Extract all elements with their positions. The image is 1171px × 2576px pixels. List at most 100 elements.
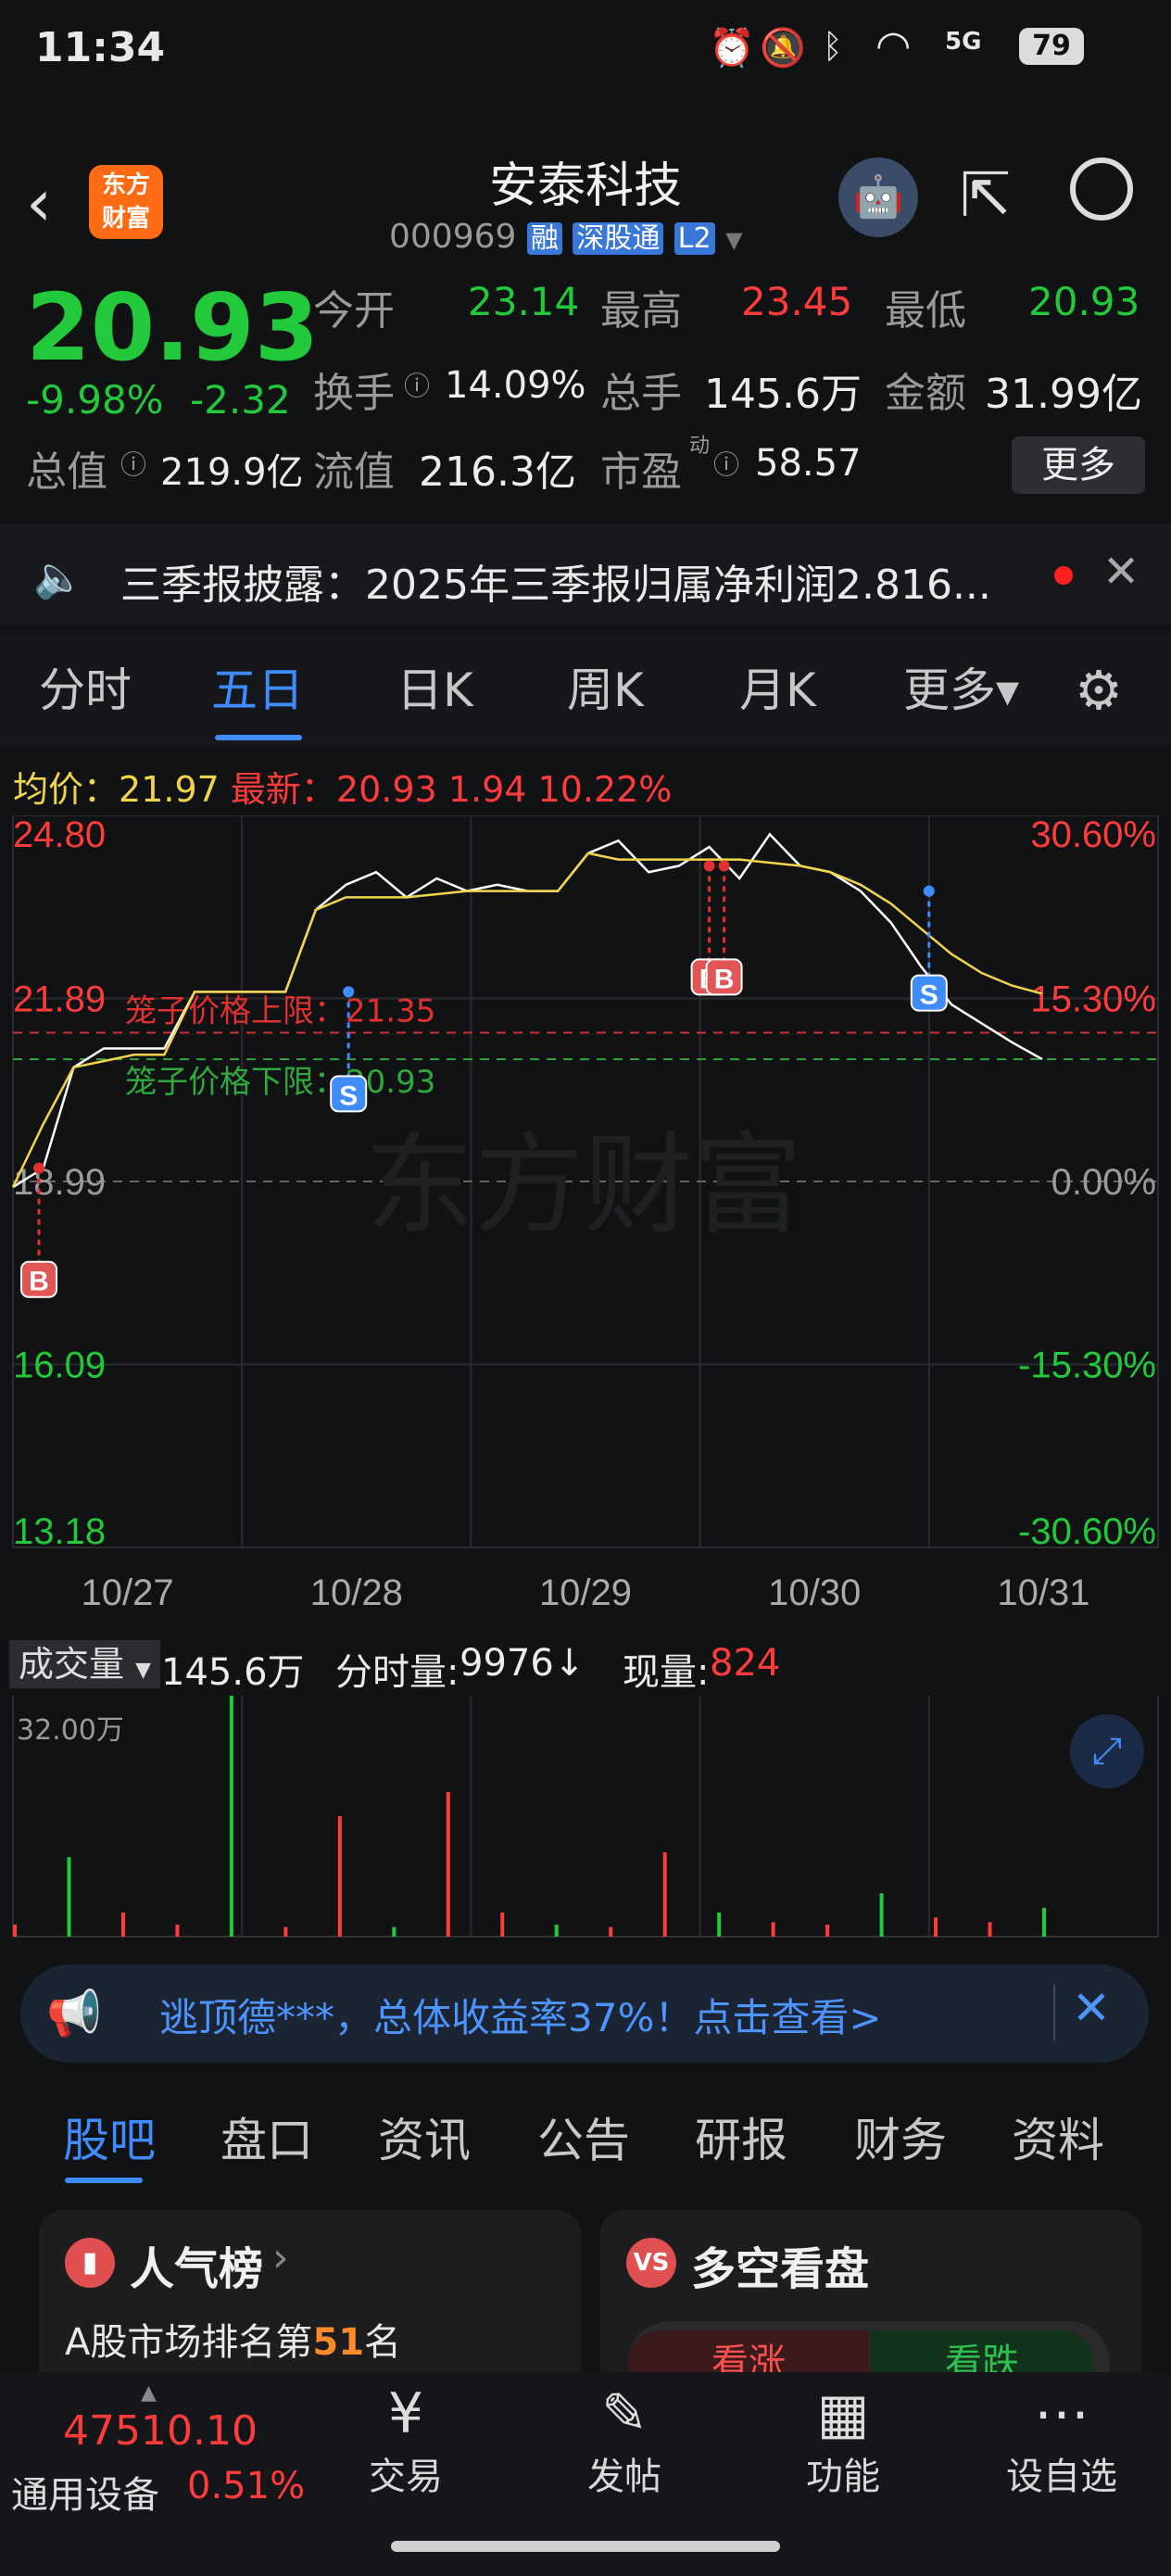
latest-label: 最新： bbox=[230, 769, 336, 810]
sell-marker: S bbox=[920, 980, 938, 1011]
promo-banner[interactable]: 📢 逃顶德***，总体收益率37%！点击查看> ✕ bbox=[20, 1964, 1149, 2063]
pe-info-icon[interactable]: ⓘ bbox=[713, 445, 739, 482]
x-tick: 10/29 bbox=[539, 1572, 632, 1613]
avg-label: 均价： bbox=[13, 769, 120, 810]
tab-intraday[interactable]: 分时 bbox=[39, 635, 132, 746]
price-chart-svg: 东方财富 24.80 21.89 18.99 16.09 13.18 30.60% 15.… bbox=[11, 815, 1159, 1613]
avg-value: 21.97 bbox=[119, 769, 220, 810]
volume-bar bbox=[554, 1925, 559, 1937]
sell-marker: S bbox=[339, 1080, 358, 1111]
nav-post[interactable]: ✎ 发帖 bbox=[550, 2381, 699, 2500]
mktcap-label: 总值 bbox=[26, 448, 107, 496]
tab-daily-k[interactable]: 日K bbox=[397, 635, 473, 746]
turnover-info-icon[interactable]: ⓘ bbox=[404, 366, 430, 403]
robot-assistant-icon[interactable]: 🤖 bbox=[838, 158, 918, 237]
tab-news[interactable]: 资讯 bbox=[378, 2085, 471, 2196]
amount-value: 31.99亿 bbox=[985, 371, 1142, 418]
volume-selector-label: 成交量 bbox=[19, 1644, 125, 1685]
volume-bar bbox=[1042, 1907, 1046, 1937]
latest-change: 1.94 bbox=[447, 769, 527, 810]
x-tick: 10/31 bbox=[997, 1572, 1089, 1613]
volume-chart-svg bbox=[12, 1696, 1159, 1938]
y-tick-right: 0.00% bbox=[1051, 1162, 1156, 1203]
tab-weekly-k[interactable]: 周K bbox=[567, 635, 644, 746]
wifi-icon: ◠ bbox=[875, 22, 912, 69]
nav-trade-label: 交易 bbox=[369, 2456, 443, 2498]
promo-close-icon[interactable]: ✕ bbox=[1072, 1981, 1111, 2035]
marker-dot bbox=[923, 885, 935, 897]
y-tick-left: 16.09 bbox=[13, 1345, 106, 1386]
volume-bar bbox=[120, 1913, 125, 1937]
nav-functions[interactable]: ▦ 功能 bbox=[769, 2381, 917, 2500]
buy-marker: B bbox=[714, 964, 735, 994]
turnover-label: 换手 bbox=[313, 370, 395, 417]
y-axis-right: 30.60% 15.30% 0.00% -15.30% -30.60% bbox=[1018, 815, 1156, 1552]
unread-dot bbox=[1054, 566, 1073, 585]
rank-text: A股市场排名第51名 bbox=[65, 2312, 401, 2366]
speaker-icon: 🔈 bbox=[33, 554, 84, 601]
stock-code-row[interactable]: 000969 融 深股通 L2 ▼ bbox=[389, 215, 743, 261]
news-text: 三季报披露：2025年三季报归属净利润2.816... bbox=[120, 562, 991, 609]
buy-marker: B bbox=[29, 1267, 49, 1297]
y-tick-right: 30.60% bbox=[1030, 815, 1156, 855]
quote-panel: 20.93 -9.98% -2.32 总值 ⓘ 219.9亿 今开 23.14 … bbox=[0, 273, 1171, 505]
tag-margin: 融 bbox=[526, 222, 562, 255]
settings-gear-icon[interactable]: ⚙ bbox=[1075, 635, 1123, 746]
tab-five-day[interactable]: 五日 bbox=[211, 635, 304, 746]
tab-monthly-k[interactable]: 月K bbox=[739, 635, 816, 746]
content-tabs: 股吧 盘口 资讯 公告 研报 财务 资料 bbox=[0, 2085, 1171, 2196]
nav-trade[interactable]: ¥ 交易 bbox=[332, 2381, 480, 2500]
volume-selector[interactable]: 成交量 ▼ bbox=[9, 1640, 161, 1688]
sentiment-title: 多空看盘 bbox=[691, 2243, 870, 2295]
marker-dot bbox=[343, 986, 355, 998]
tab-more[interactable]: 更多▾ bbox=[903, 635, 1019, 746]
tab-profile[interactable]: 资料 bbox=[1012, 2085, 1104, 2196]
index-ticker[interactable]: ▲ 47510.10 通用设备 0.51% bbox=[11, 2381, 317, 2539]
news-ticker[interactable]: 🔈 三季报披露：2025年三季报归属净利润2.816... ✕ bbox=[0, 524, 1171, 625]
x-axis: 10/27 10/28 10/29 10/30 10/31 bbox=[82, 1572, 1090, 1613]
tab-finance[interactable]: 财务 bbox=[854, 2085, 947, 2196]
nav-watchlist[interactable]: ⋯ 设自选 bbox=[988, 2381, 1136, 2500]
tab-research[interactable]: 研报 bbox=[695, 2085, 787, 2196]
nav-functions-label: 功能 bbox=[806, 2456, 880, 2498]
ranking-icon: ▮ bbox=[65, 2238, 115, 2288]
now-volume-value: 824 bbox=[710, 1642, 781, 1685]
alarm-icon: ⏰ bbox=[709, 27, 755, 69]
versus-icon: VS bbox=[626, 2238, 676, 2288]
high-value: 23.45 bbox=[741, 279, 853, 324]
megaphone-icon: 📢 bbox=[46, 1988, 102, 2039]
volume-bar bbox=[337, 1816, 342, 1937]
y-tick-left: 13.18 bbox=[13, 1511, 106, 1552]
share-icon[interactable]: ⇱ bbox=[960, 159, 1011, 231]
volume-label: 总手 bbox=[600, 370, 682, 417]
rank-suffix: 名 bbox=[364, 2321, 402, 2364]
volume-bar bbox=[229, 1696, 233, 1937]
volume-bar bbox=[609, 1926, 613, 1937]
promo-text: 逃顶德***，总体收益率37%！点击查看> bbox=[159, 1995, 882, 2040]
chart-summary: 均价：21.97 最新：20.93 1.94 10.22% bbox=[13, 761, 672, 812]
volume-bar bbox=[500, 1913, 505, 1937]
float-label: 流值 bbox=[313, 448, 395, 496]
grid-icon: ▦ bbox=[816, 2381, 870, 2446]
watermark: 东方财富 bbox=[365, 1125, 802, 1247]
turnover-value: 14.09% bbox=[445, 364, 586, 407]
change-value: -2.32 bbox=[190, 377, 291, 423]
home-indicator bbox=[391, 2541, 780, 2552]
close-icon[interactable]: ✕ bbox=[1102, 546, 1140, 598]
battery-icon: 79 bbox=[1019, 28, 1084, 65]
rank-number: 51 bbox=[312, 2321, 365, 2364]
open-value: 23.14 bbox=[468, 279, 580, 324]
five-day-chart[interactable]: 均价：21.97 最新：20.93 1.94 10.22% 东方财富 24.80… bbox=[0, 746, 1171, 1654]
volume-bar bbox=[67, 1857, 71, 1937]
up-caret-icon: ▲ bbox=[141, 2381, 157, 2405]
volume-bar bbox=[771, 1922, 775, 1937]
tab-announcements[interactable]: 公告 bbox=[537, 2085, 630, 2196]
more-button[interactable]: 更多 bbox=[1012, 436, 1145, 494]
info-icon[interactable]: ⓘ bbox=[120, 445, 146, 482]
tab-orderbook[interactable]: 盘口 bbox=[220, 2085, 313, 2196]
y-tick-left: 18.99 bbox=[13, 1162, 106, 1203]
active-tab-indicator bbox=[215, 735, 302, 740]
search-icon[interactable] bbox=[1070, 158, 1133, 221]
bluetooth-icon: ᛒ bbox=[823, 28, 843, 66]
volume-bar bbox=[392, 1926, 397, 1937]
